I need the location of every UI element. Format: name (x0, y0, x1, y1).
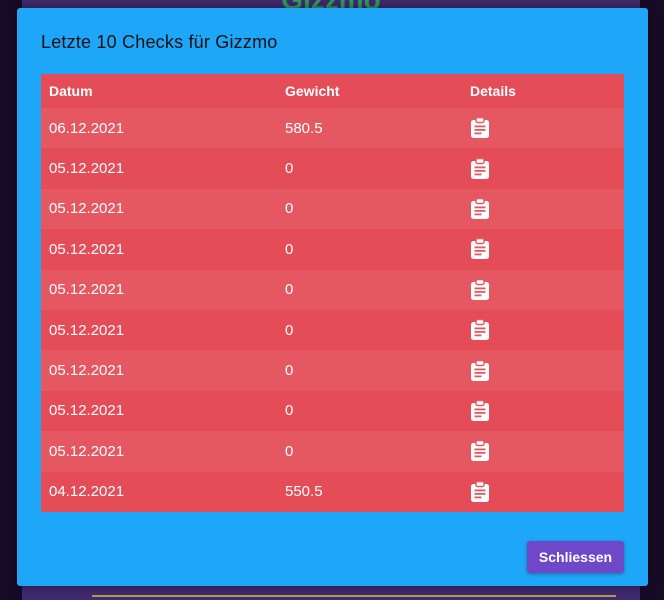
row-details (462, 310, 624, 350)
checks-table: Datum Gewicht Details 06.12.2021 580.5 0… (41, 74, 624, 512)
row-weight: 0 (285, 321, 294, 339)
row-weight: 550.5 (285, 483, 323, 501)
column-header-date: Datum (49, 83, 93, 99)
clipboard-icon[interactable] (470, 278, 490, 301)
clipboard-icon[interactable] (470, 197, 490, 220)
row-date: 05.12.2021 (49, 362, 125, 380)
column-header-details: Details (470, 83, 516, 99)
row-details (462, 472, 624, 512)
row-weight: 0 (285, 281, 294, 299)
row-date: 05.12.2021 (49, 321, 125, 339)
clipboard-icon[interactable] (470, 117, 490, 139)
table-row: 05.12.2021 0 (41, 269, 624, 310)
row-date: 05.12.2021 (49, 200, 125, 218)
column-header-weight: Gewicht (285, 83, 340, 99)
row-details (462, 148, 624, 188)
row-weight: 0 (285, 402, 294, 420)
table-row: 05.12.2021 0 (41, 309, 624, 351)
clipboard-icon[interactable] (470, 399, 490, 422)
clipboard-icon[interactable] (470, 359, 490, 382)
background-divider (92, 595, 616, 597)
row-details (462, 189, 624, 229)
row-details (462, 350, 624, 390)
row-date: 06.12.2021 (49, 119, 125, 137)
checks-modal: Letzte 10 Checks für Gizzmo Datum Gewich… (17, 8, 648, 586)
table-row: 05.12.2021 0 (41, 431, 624, 472)
table-header-row: Datum Gewicht Details (41, 74, 624, 108)
row-weight: 0 (285, 240, 294, 258)
clipboard-icon[interactable] (470, 480, 490, 503)
row-weight: 0 (285, 362, 294, 380)
table-row: 05.12.2021 0 (41, 188, 624, 230)
row-details (462, 391, 624, 431)
row-date: 04.12.2021 (49, 483, 125, 501)
row-weight: 0 (285, 200, 294, 218)
table-row: 04.12.2021 550.5 (41, 471, 624, 512)
row-details (462, 270, 624, 310)
clipboard-icon[interactable] (470, 157, 490, 180)
table-row: 05.12.2021 0 (41, 390, 624, 432)
row-date: 05.12.2021 (49, 160, 125, 178)
row-details (462, 431, 624, 471)
row-details (462, 229, 624, 269)
close-button[interactable]: Schliessen (527, 541, 624, 573)
table-row: 05.12.2021 0 (41, 350, 624, 391)
checks-table-container: Datum Gewicht Details 06.12.2021 580.5 0… (41, 74, 624, 512)
modal-title: Letzte 10 Checks für Gizzmo (41, 32, 278, 52)
table-row: 06.12.2021 580.5 (41, 108, 624, 149)
row-date: 05.12.2021 (49, 402, 125, 420)
row-weight: 0 (285, 442, 294, 460)
clipboard-icon[interactable] (470, 319, 490, 341)
table-row: 05.12.2021 0 (41, 229, 624, 270)
row-details (462, 108, 624, 148)
row-weight: 0 (285, 160, 294, 178)
clipboard-icon[interactable] (470, 440, 490, 462)
table-row: 05.12.2021 0 (41, 148, 624, 189)
row-date: 05.12.2021 (49, 240, 125, 258)
row-date: 05.12.2021 (49, 442, 125, 460)
row-date: 05.12.2021 (49, 281, 125, 299)
clipboard-icon[interactable] (470, 238, 490, 260)
row-weight: 580.5 (285, 119, 323, 137)
